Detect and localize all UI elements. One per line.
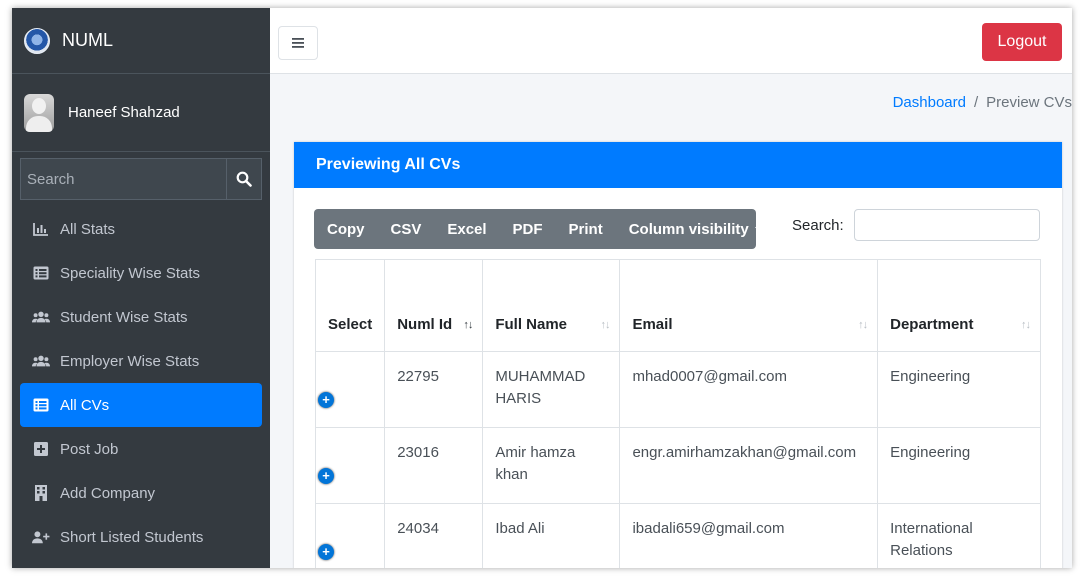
sidebar-item-short-listed-students[interactable]: Short Listed Students — [20, 515, 262, 559]
sidebar-nav: All Stats Speciality Wise Stats Student … — [20, 207, 262, 559]
user-panel[interactable]: Haneef Shahzad — [12, 74, 270, 152]
plus-square-icon — [32, 440, 50, 458]
department-cell: Engineering — [877, 427, 1041, 504]
sidebar-item-add-company[interactable]: Add Company — [20, 471, 262, 515]
breadcrumb: Dashboard / Preview CVs — [893, 94, 1072, 111]
sidebar-search — [20, 158, 262, 200]
select-cell: + — [314, 427, 386, 504]
sidebar-item-label: Employer Wise Stats — [60, 352, 200, 370]
avatar — [24, 93, 54, 132]
university-logo-icon — [24, 27, 50, 54]
user-plus-icon — [32, 528, 50, 546]
menu-toggle-button[interactable] — [278, 26, 318, 60]
brand[interactable]: NUML — [12, 8, 270, 74]
select-cell: + — [314, 503, 386, 568]
sort-icon: ↑↓ — [1021, 319, 1031, 331]
pdf-button[interactable]: PDF — [500, 221, 556, 238]
column-header-numl-id[interactable]: Numl Id ↑↓ — [384, 259, 484, 352]
list-icon — [32, 396, 50, 414]
select-cell: + — [314, 351, 386, 428]
column-visibility-button[interactable]: Column visibility — [616, 221, 776, 238]
expand-row-icon[interactable]: + — [318, 544, 334, 560]
sidebar-item-post-job[interactable]: Post Job — [20, 427, 262, 471]
table-header-row: Select Numl Id ↑↓ Full Name ↑↓ Email ↑↓ Dep… — [314, 259, 1041, 352]
column-header-select[interactable]: Select — [314, 259, 386, 352]
numl-id-cell: 23016 — [384, 427, 484, 504]
table-search-input[interactable] — [854, 209, 1040, 241]
full-name-cell: Amir hamza khan — [482, 427, 621, 504]
breadcrumb-dashboard-link[interactable]: Dashboard — [893, 94, 966, 111]
excel-button[interactable]: Excel — [434, 221, 499, 238]
brand-name: NUML — [62, 30, 114, 50]
card-title: Previewing All CVs — [294, 142, 1062, 188]
email-cell: mhad0007@gmail.com — [619, 351, 879, 428]
sidebar: NUML Haneef Shahzad All Stats — [12, 8, 270, 568]
full-name-cell: MUHAMMAD HARIS — [482, 351, 621, 428]
sidebar-search-input[interactable] — [20, 158, 226, 200]
sidebar-item-employer-wise-stats[interactable]: Employer Wise Stats — [20, 339, 262, 383]
table-row[interactable]: + 22795 MUHAMMAD HARIS mhad0007@gmail.co… — [314, 351, 1041, 428]
breadcrumb-current: Preview CVs — [986, 94, 1072, 111]
search-icon — [236, 171, 252, 187]
department-cell: International Relations — [877, 503, 1041, 568]
users-icon — [32, 308, 50, 326]
column-header-full-name[interactable]: Full Name ↑↓ — [482, 259, 621, 352]
sidebar-item-speciality-wise-stats[interactable]: Speciality Wise Stats — [20, 251, 262, 295]
sidebar-item-label: Student Wise Stats — [60, 308, 188, 326]
sidebar-item-label: All Stats — [60, 220, 116, 238]
email-cell: ibadali659@gmail.com — [619, 503, 879, 568]
export-button-group: Copy CSV Excel PDF Print Column visibili… — [314, 209, 763, 249]
sidebar-item-label: All CVs — [60, 396, 110, 414]
sidebar-item-label: Post Job — [60, 440, 119, 458]
sort-icon: ↑↓ — [858, 319, 868, 331]
sidebar-item-label: Speciality Wise Stats — [60, 264, 201, 282]
logout-button[interactable]: Logout — [982, 23, 1062, 61]
app-window: NUML Haneef Shahzad All Stats — [12, 8, 1072, 568]
sidebar-item-label: Add Company — [60, 484, 156, 502]
csv-button[interactable]: CSV — [378, 221, 435, 238]
table-row[interactable]: + 24034 Ibad Ali ibadali659@gmail.com In… — [314, 503, 1041, 568]
expand-row-icon[interactable]: + — [318, 392, 334, 408]
users-icon — [32, 352, 50, 370]
cv-preview-card: Previewing All CVs Copy CSV Excel PDF Pr… — [294, 142, 1062, 568]
caret-down-icon — [754, 227, 763, 233]
sidebar-item-label: Short Listed Students — [60, 528, 204, 546]
hamburger-icon — [292, 38, 304, 48]
column-visibility-label: Column visibility — [628, 220, 749, 238]
expand-row-icon[interactable]: + — [318, 468, 334, 484]
breadcrumb-separator: / — [973, 94, 979, 111]
table-search-label: Search: — [792, 217, 844, 234]
sidebar-item-all-cvs[interactable]: All CVs — [20, 383, 262, 427]
full-name-cell: Ibad Ali — [482, 503, 621, 568]
print-button[interactable]: Print — [556, 221, 616, 238]
email-cell: engr.amirhamzakhan@gmail.com — [619, 427, 879, 504]
sort-asc-icon: ↑↓ — [463, 319, 473, 331]
user-name: Haneef Shahzad — [68, 104, 180, 121]
column-header-email[interactable]: Email ↑↓ — [619, 259, 879, 352]
building-icon — [32, 484, 50, 502]
sort-icon: ↑↓ — [600, 319, 610, 331]
column-header-department[interactable]: Department ↑↓ — [877, 259, 1041, 352]
numl-id-cell: 22795 — [384, 351, 484, 428]
copy-button[interactable]: Copy — [314, 221, 378, 238]
search-button[interactable] — [226, 158, 262, 200]
numl-id-cell: 24034 — [384, 503, 484, 568]
sidebar-item-student-wise-stats[interactable]: Student Wise Stats — [20, 295, 262, 339]
list-icon — [32, 264, 50, 282]
department-cell: Engineering — [877, 351, 1041, 428]
top-navbar: Logout — [270, 8, 1072, 74]
table-row[interactable]: + 23016 Amir hamza khan engr.amirhamzakh… — [314, 427, 1041, 504]
cv-table: Select Numl Id ↑↓ Full Name ↑↓ Email ↑↓ Dep… — [314, 259, 1041, 568]
sidebar-item-all-stats[interactable]: All Stats — [20, 207, 262, 251]
chart-icon — [32, 220, 50, 238]
